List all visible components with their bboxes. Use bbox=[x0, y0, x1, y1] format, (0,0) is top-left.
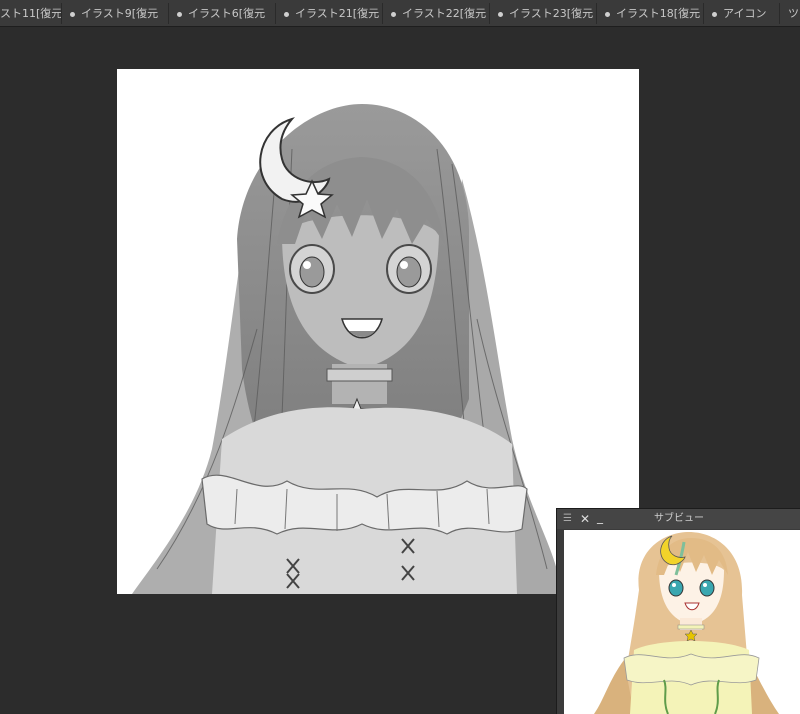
tab-illust22[interactable]: イラスト22[復元 bbox=[383, 3, 490, 24]
tab-illust18[interactable]: イラスト18[復元 bbox=[597, 3, 704, 24]
unsaved-dot-icon bbox=[177, 11, 182, 17]
unsaved-dot-icon bbox=[391, 11, 396, 17]
tab-illust23[interactable]: イラスト23[復元 bbox=[490, 3, 597, 24]
tab-label: アイコン bbox=[723, 7, 767, 20]
tab-label: ツイ bbox=[788, 7, 800, 20]
tab-label: イラスト9[復元 bbox=[81, 7, 159, 20]
tab-label: イラスト21[復元 bbox=[295, 7, 380, 20]
unsaved-dot-icon bbox=[498, 11, 503, 17]
subview-title: サブビュー bbox=[654, 513, 704, 524]
subview-canvas[interactable] bbox=[564, 530, 800, 714]
document-tab-bar: スト11[復元 イラスト9[復元 イラスト6[復元 イラスト21[復元 イラスト… bbox=[0, 0, 800, 27]
tab-illust9[interactable]: イラスト9[復元 bbox=[62, 3, 169, 24]
tab-label: イラスト22[復元 bbox=[402, 7, 487, 20]
tab-label: イラスト23[復元 bbox=[509, 7, 594, 20]
subview-titlebar[interactable]: ☰ ✕ _ サブビュー bbox=[557, 509, 800, 529]
unsaved-dot-icon bbox=[712, 11, 717, 17]
tab-label: イラスト6[復元 bbox=[188, 7, 266, 20]
tab-illust11[interactable]: スト11[復元 bbox=[0, 3, 62, 24]
color-reference-illustration bbox=[594, 532, 779, 714]
unsaved-dot-icon bbox=[70, 11, 75, 17]
tab-illust6[interactable]: イラスト6[復元 bbox=[169, 3, 276, 24]
tab-icon[interactable]: アイコン bbox=[704, 3, 780, 24]
tab-illust21[interactable]: イラスト21[復元 bbox=[276, 3, 383, 24]
tab-tw[interactable]: ツイ bbox=[780, 3, 800, 24]
subview-panel: ☰ ✕ _ サブビュー bbox=[556, 508, 800, 714]
unsaved-dot-icon bbox=[605, 11, 610, 17]
tab-label: イラスト18[復元 bbox=[616, 7, 701, 20]
tab-label: スト11[復元 bbox=[0, 7, 62, 20]
unsaved-dot-icon bbox=[284, 11, 289, 17]
